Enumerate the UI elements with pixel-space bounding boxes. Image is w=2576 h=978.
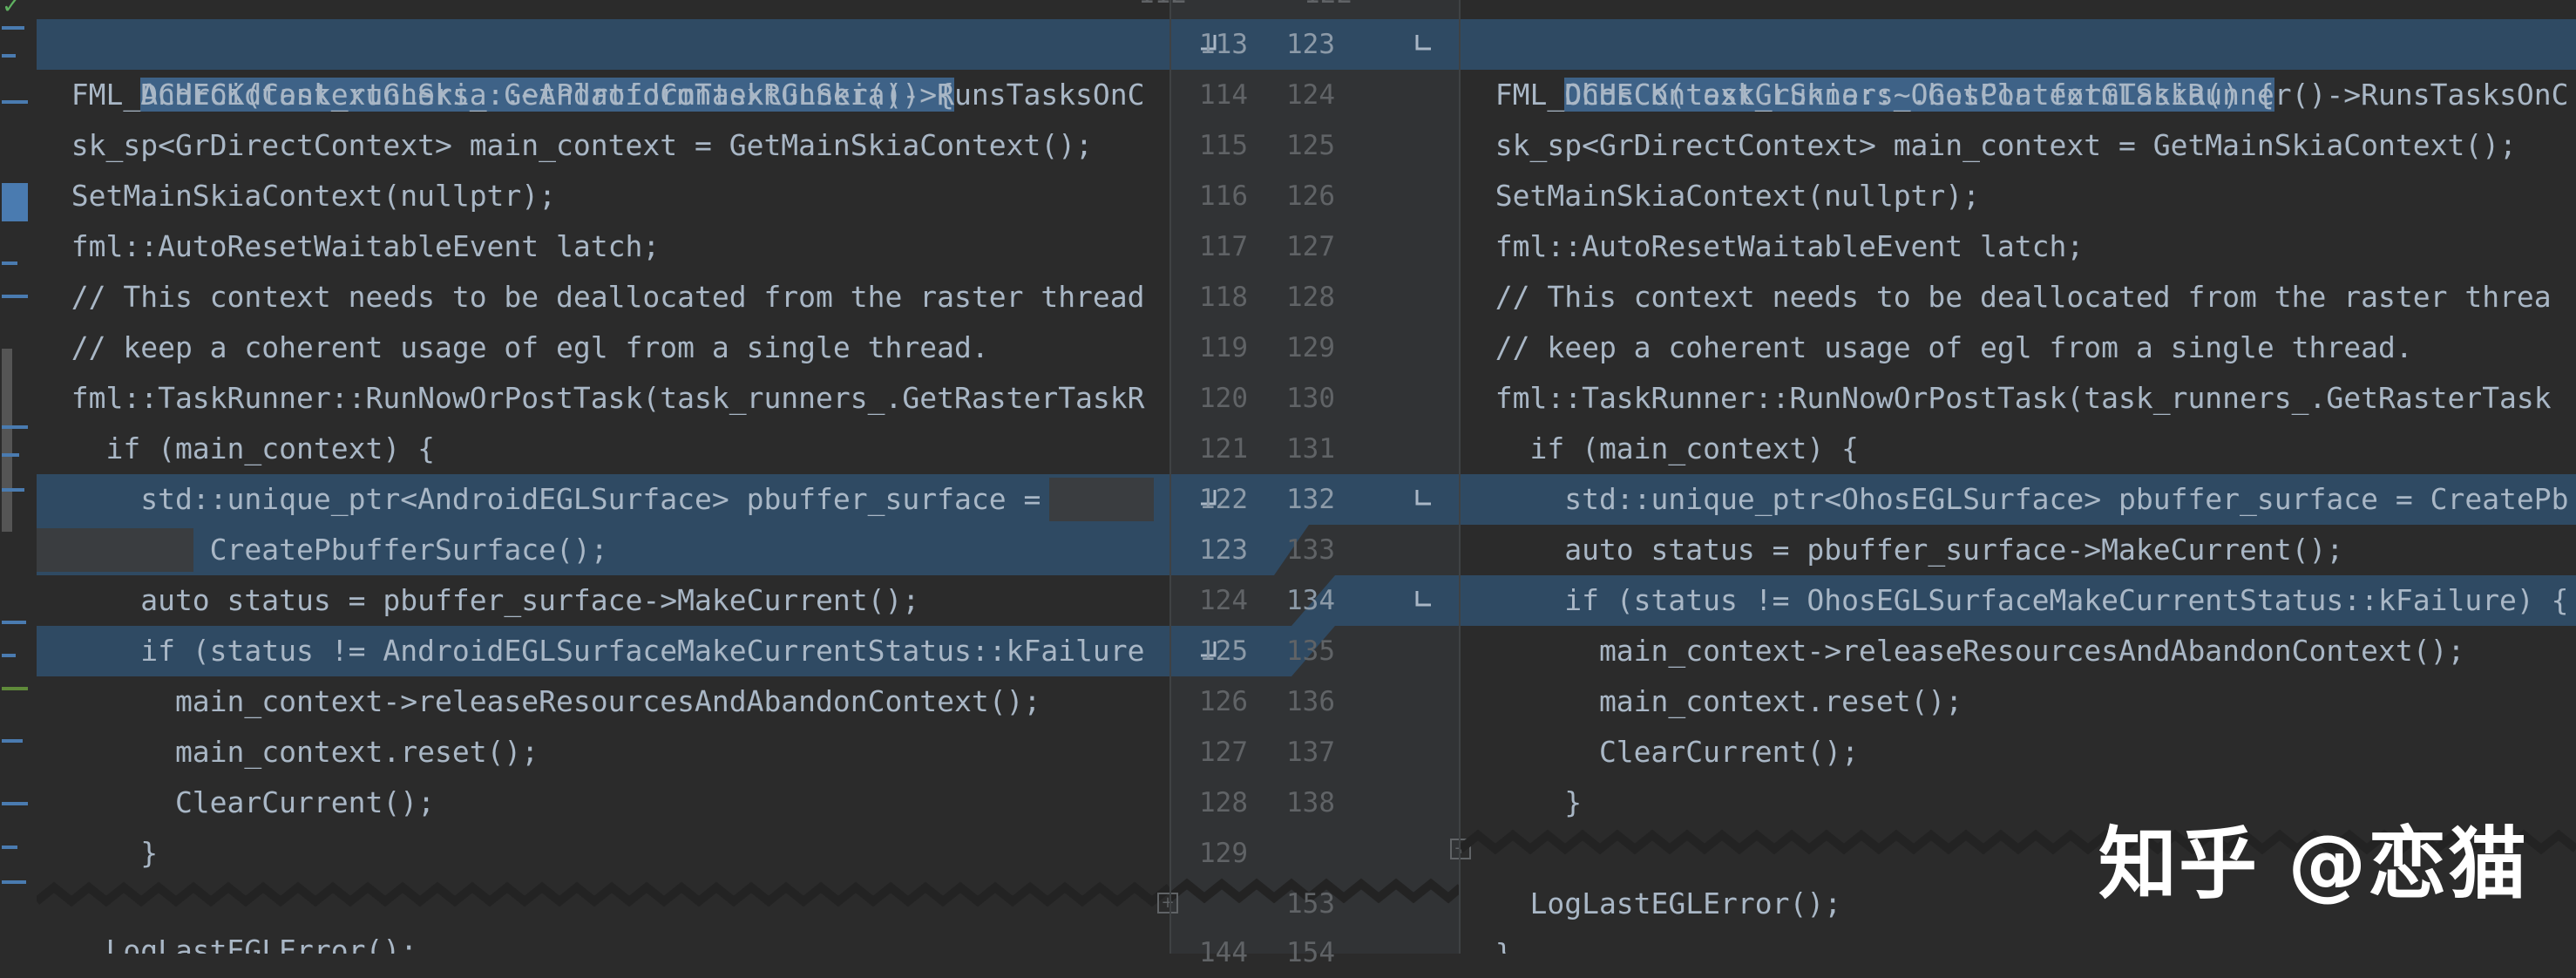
right-line-number: 126 [1286,180,1335,212]
watermark: 知乎 @恋猫 [2098,818,2529,910]
inserted-gap [37,528,193,572]
line-number: 122 [1274,0,1352,19]
code-line[interactable]: auto status = pbuffer_surface->MakeCurre… [37,575,919,626]
line-number: 112 [1108,0,1187,19]
code-line[interactable]: } [1461,929,1513,954]
right-line-number: 154 [1286,937,1335,968]
accept-change-icon[interactable] [1410,587,1436,614]
code-line[interactable]: FML_DCHECK(task_runners_.GetPlatformTask… [1461,70,2569,120]
code-line[interactable]: LogLastEGLError(); [1461,879,1841,929]
code-line[interactable]: } [37,828,158,879]
collapsed-region-divider[interactable] [37,875,1169,910]
code-line[interactable]: // keep a coherent usage of egl from a s… [37,323,989,373]
code-line[interactable]: main_context->releaseResourcesAndAbandon… [1461,626,2464,676]
left-line-number: 116 [1199,180,1248,212]
code-line[interactable]: fml::TaskRunner::RunNowOrPostTask(task_r… [1461,373,2552,424]
left-line-number: 122 [1199,484,1248,515]
code-line[interactable]: LogLastEGLError(); [37,926,417,954]
right-line-number: 130 [1286,383,1335,414]
code-line[interactable]: SetMainSkiaContext(nullptr); [37,171,556,221]
code-line[interactable]: // This context needs to be deallocated … [1461,272,2552,323]
code-line[interactable]: OhosContextGLSkia::~OhosContextGLSkia() … [1461,19,2576,112]
right-line-number: 137 [1286,737,1335,768]
code-line[interactable]: sk_sp<GrDirectContext> main_context = Ge… [1461,120,2517,171]
right-line-number: 127 [1286,231,1335,262]
code-line[interactable]: sk_sp<GrDirectContext> main_context = Ge… [37,120,1093,171]
code-line[interactable]: if (status != OhosEGLSurfaceMakeCurrentS… [1461,575,2576,626]
expand-fold-icon[interactable]: + [1157,893,1178,913]
code-line[interactable]: } [1461,778,1582,828]
left-line-number: 121 [1199,433,1248,465]
left-editor-pane[interactable]: AndroidContextGLSkia::~AndroidContextGLS… [37,0,1169,954]
inserted-gap [1049,478,1154,521]
code-line[interactable]: fml::AutoResetWaitableEvent latch; [37,221,661,272]
right-line-number: 124 [1286,79,1335,111]
right-line-number: 132 [1286,484,1335,515]
left-line-number: 127 [1199,737,1248,768]
accept-change-icon[interactable] [1410,486,1436,513]
code-line[interactable]: std::unique_ptr<OhosEGLSurface> pbuffer_… [1461,474,2576,525]
code-line[interactable]: CreatePbufferSurface(); [37,525,1169,575]
right-line-number: 133 [1286,534,1335,566]
left-line-number: 119 [1199,332,1248,363]
code-line[interactable]: // keep a coherent usage of egl from a s… [1461,323,2413,373]
code-line[interactable]: ClearCurrent(); [1461,727,1859,778]
right-line-number: 135 [1286,635,1335,667]
right-line-number: 136 [1286,686,1335,717]
right-line-number: 131 [1286,433,1335,465]
code-line[interactable]: AndroidContextGLSkia::~AndroidContextGLS… [37,19,1169,112]
code-line[interactable]: fml::AutoResetWaitableEvent latch; [1461,221,2085,272]
left-line-number: 144 [1199,937,1248,968]
code-line[interactable]: auto status = pbuffer_surface->MakeCurre… [1461,525,2343,575]
code-line[interactable]: if (main_context) { [1461,424,1859,474]
code-line[interactable]: std::unique_ptr<AndroidEGLSurface> pbuff… [37,474,1169,525]
code-line[interactable]: if (main_context) { [37,424,435,474]
checkmark-icon: ✓ [2,0,21,19]
pane-divider[interactable] [1169,0,1171,954]
left-line-number: 117 [1199,231,1248,262]
left-line-number: 115 [1199,130,1248,161]
right-line-number: 138 [1286,787,1335,818]
left-line-number: 128 [1199,787,1248,818]
right-line-number: 153 [1286,888,1335,920]
left-line-number: 125 [1199,635,1248,667]
code-line[interactable]: SetMainSkiaContext(nullptr); [1461,171,1980,221]
left-line-number: 118 [1199,282,1248,313]
code-line[interactable]: ClearCurrent(); [37,778,435,828]
left-line-number: 113 [1199,29,1248,60]
left-line-number: 120 [1199,383,1248,414]
code-line[interactable]: main_context->releaseResourcesAndAbandon… [37,676,1041,727]
code-line[interactable]: // This context needs to be deallocated … [37,272,1145,323]
code-line[interactable]: if (status != AndroidEGLSurfaceMakeCurre… [37,626,1169,676]
left-line-number: 114 [1199,79,1248,111]
code-line[interactable]: fml::TaskRunner::RunNowOrPostTask(task_r… [37,373,1145,424]
accept-change-icon[interactable] [1410,31,1436,58]
code-line[interactable]: FML_DCHECK(task_runners_.GetPlatformTask… [37,70,1145,120]
left-change-markers[interactable]: ✓ [0,0,35,954]
right-line-number: 128 [1286,282,1335,313]
code-line[interactable]: main_context.reset(); [37,727,539,778]
right-line-number: 134 [1286,585,1335,616]
left-line-number: 126 [1199,686,1248,717]
right-line-number: 125 [1286,130,1335,161]
right-line-number: 123 [1286,29,1335,60]
right-line-number: 129 [1286,332,1335,363]
left-line-number: 129 [1199,838,1248,869]
left-line-number: 124 [1199,585,1248,616]
left-line-number: 123 [1199,534,1248,566]
line-number-gutter: 112 122 113 123 114 124 115 125 116 126 … [1138,0,1471,968]
diff-viewer: ✓ AndroidContextGLSkia::~AndroidContextG… [0,0,2576,968]
code-line[interactable]: main_context.reset(); [1461,676,1963,727]
